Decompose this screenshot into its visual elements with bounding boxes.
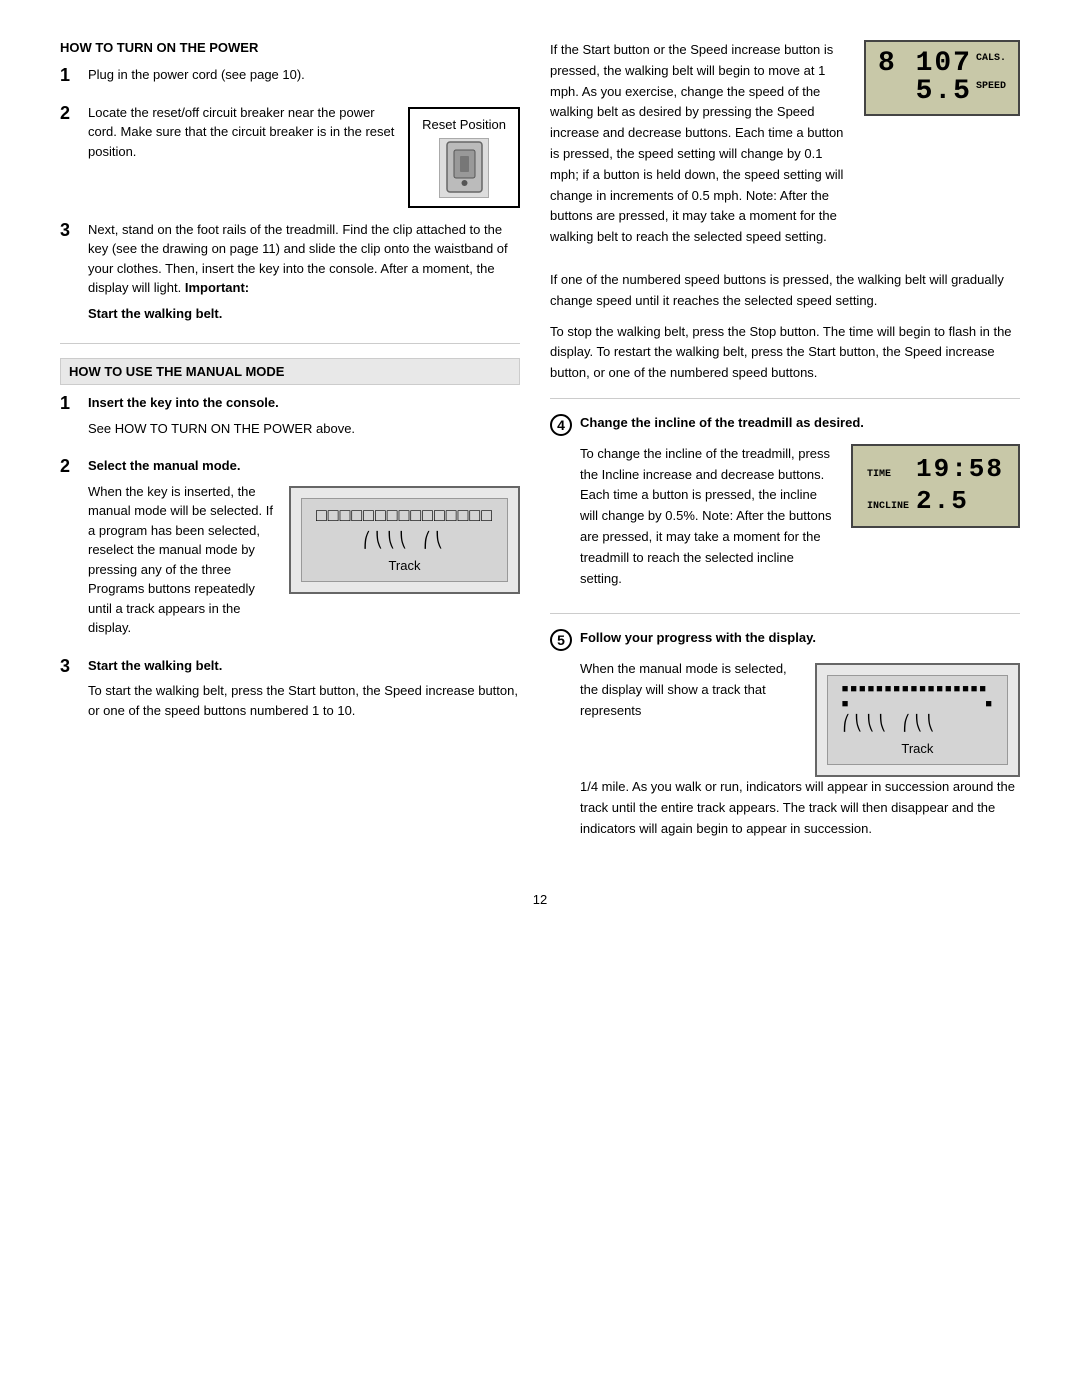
step3-content: Next, stand on the foot rails of the tre… bbox=[88, 220, 520, 330]
step2-number: 2 bbox=[60, 103, 82, 125]
track-row1-right: ■■■■■■■■■■■■■■■■■ bbox=[842, 684, 993, 696]
manual-step2-bold: Select the manual mode. bbox=[88, 458, 240, 473]
left-step1: 1 Plug in the power cord (see page 10). bbox=[60, 65, 520, 91]
right-step4-circle: 4 bbox=[550, 414, 572, 436]
manual-step2: 2 Select the manual mode. When the key i… bbox=[60, 456, 520, 644]
step5-text-a: When the manual mode is selected, the di… bbox=[580, 659, 801, 721]
incline-lcd: TIME 19:58 INCLINE 2.5 bbox=[851, 444, 1020, 528]
manual-step2-with-image: When the key is inserted, the manual mod… bbox=[88, 482, 520, 644]
right-step5-circle: 5 bbox=[550, 629, 572, 651]
track-inner-right-rows: ■■■■■■■■■■■■■■■■■ ■ ■ ⎛⎝⎝⎝ ⎛⎝⎝ bbox=[842, 684, 993, 733]
right-paras-top: If the Start button or the Speed increas… bbox=[550, 40, 844, 258]
right-top-area: If the Start button or the Speed increas… bbox=[550, 40, 1020, 258]
lcd-row2: 5.5 SPEED bbox=[878, 78, 1006, 106]
right-divider1 bbox=[550, 398, 1020, 399]
right-step5: 5 Follow your progress with the display.… bbox=[550, 628, 1020, 849]
reset-position-box: Reset Position bbox=[408, 107, 520, 208]
track-row2-right: ■ ■ bbox=[842, 699, 993, 711]
track-label-left: Track bbox=[388, 558, 420, 573]
manual-step2-number: 2 bbox=[60, 456, 82, 478]
manual-step1-sub: See HOW TO TURN ON THE POWER above. bbox=[88, 419, 520, 439]
manual-step1-number: 1 bbox=[60, 393, 82, 415]
right-step4-bold: Change the incline of the treadmill as d… bbox=[580, 415, 864, 430]
manual-step3-number: 3 bbox=[60, 656, 82, 678]
incline-row-time: TIME 19:58 bbox=[867, 454, 1004, 484]
track-dots-row2-left: ⎛⎝⎝⎝ ⎛⎝ bbox=[362, 531, 446, 550]
track-row3-right: ⎛⎝⎝⎝ ⎛⎝⎝ bbox=[842, 714, 993, 733]
reset-pos-label: Reset Position bbox=[422, 117, 506, 132]
incline-value: 2.5 bbox=[916, 486, 969, 516]
section-divider bbox=[60, 343, 520, 344]
right-para2: If one of the numbered speed buttons is … bbox=[550, 270, 1020, 312]
right-column: If the Start button or the Speed increas… bbox=[550, 40, 1020, 862]
track-inner-right: ■■■■■■■■■■■■■■■■■ ■ ■ ⎛⎝⎝⎝ ⎛⎝⎝ bbox=[827, 675, 1008, 765]
right-para1: If the Start button or the Speed increas… bbox=[550, 40, 844, 248]
track-display-left: □□□□□□□□□□□□□□□ ⎛⎝⎝⎝ ⎛⎝ Track bbox=[289, 482, 520, 594]
manual-step3-bold: Start the walking belt. bbox=[88, 658, 222, 673]
track-outer-right: ■■■■■■■■■■■■■■■■■ ■ ■ ⎛⎝⎝⎝ ⎛⎝⎝ bbox=[815, 663, 1020, 777]
page-number: 12 bbox=[60, 892, 1020, 907]
left-step3: 3 Next, stand on the foot rails of the t… bbox=[60, 220, 520, 330]
right-step5-bold: Follow your progress with the display. bbox=[580, 630, 816, 645]
right-para3: To stop the walking belt, press the Stop… bbox=[550, 322, 1020, 384]
lcd-bottom-num: 5.5 bbox=[916, 78, 972, 106]
manual-step3-content: Start the walking belt. To start the wal… bbox=[88, 656, 520, 727]
manual-step1-bold: Insert the key into the console. bbox=[88, 395, 279, 410]
section2-title: HOW TO USE THE MANUAL MODE bbox=[69, 364, 284, 379]
right-step5-content: Follow your progress with the display. W… bbox=[580, 628, 1020, 849]
step4-text-area: To change the incline of the treadmill, … bbox=[580, 444, 837, 600]
step2-para: Locate the reset/off circuit breaker nea… bbox=[88, 103, 398, 162]
right-divider2 bbox=[550, 613, 1020, 614]
section1-title: HOW TO TURN ON THE POWER bbox=[60, 40, 520, 55]
step2-text: Locate the reset/off circuit breaker nea… bbox=[88, 103, 398, 168]
step3-bold-para: Start the walking belt. bbox=[88, 304, 520, 324]
step4-with-display: To change the incline of the treadmill, … bbox=[580, 444, 1020, 600]
time-value: 19:58 bbox=[916, 454, 1004, 484]
track-outer-left: □□□□□□□□□□□□□□□ ⎛⎝⎝⎝ ⎛⎝ Track bbox=[289, 486, 520, 594]
track-label-right: Track bbox=[901, 741, 933, 756]
manual-step2-content: Select the manual mode. When the key is … bbox=[88, 456, 520, 644]
left-step2: 2 Locate the reset/off circuit breaker n… bbox=[60, 103, 520, 208]
lcd-speed-label: SPEED bbox=[976, 82, 1006, 92]
step1-number: 1 bbox=[60, 65, 82, 87]
incline-row-incline: INCLINE 2.5 bbox=[867, 486, 1004, 516]
step5-text-area: When the manual mode is selected, the di… bbox=[580, 659, 801, 731]
lcd-box: 8 107 CALS. 5.5 SPEED bbox=[864, 40, 1020, 116]
step1-content: Plug in the power cord (see page 10). bbox=[88, 65, 520, 91]
step3-number: 3 bbox=[60, 220, 82, 242]
section2-box: HOW TO USE THE MANUAL MODE bbox=[60, 358, 520, 385]
manual-step1: 1 Insert the key into the console. See H… bbox=[60, 393, 520, 444]
step5-with-display: When the manual mode is selected, the di… bbox=[580, 659, 1020, 777]
manual-step3: 3 Start the walking belt. To start the w… bbox=[60, 656, 520, 727]
reset-pos-image bbox=[439, 138, 489, 198]
step1-text: Plug in the power cord (see page 10). bbox=[88, 65, 520, 85]
track-inner-left: □□□□□□□□□□□□□□□ ⎛⎝⎝⎝ ⎛⎝ Track bbox=[301, 498, 508, 582]
time-label: TIME bbox=[867, 469, 912, 480]
manual-step2-text: When the key is inserted, the manual mod… bbox=[88, 482, 279, 644]
track-dots-left: □□□□□□□□□□□□□□□ bbox=[316, 507, 493, 527]
step4-text: To change the incline of the treadmill, … bbox=[580, 444, 837, 590]
right-step4-content: Change the incline of the treadmill as d… bbox=[580, 413, 1020, 599]
step3-para1: Next, stand on the foot rails of the tre… bbox=[88, 220, 520, 298]
track-display-right: ■■■■■■■■■■■■■■■■■ ■ ■ ⎛⎝⎝⎝ ⎛⎝⎝ bbox=[815, 659, 1020, 777]
step2-content: Locate the reset/off circuit breaker nea… bbox=[88, 103, 520, 208]
circuit-breaker-icon bbox=[442, 140, 487, 195]
left-column: HOW TO TURN ON THE POWER 1 Plug in the p… bbox=[60, 40, 520, 862]
manual-step3-para: To start the walking belt, press the Sta… bbox=[88, 681, 520, 720]
lcd-top-num: 8 107 bbox=[878, 50, 972, 78]
incline-label: INCLINE bbox=[867, 501, 912, 512]
manual-step1-content: Insert the key into the console. See HOW… bbox=[88, 393, 520, 444]
right-step4: 4 Change the incline of the treadmill as… bbox=[550, 413, 1020, 599]
lcd-display-top: 8 107 CALS. 5.5 SPEED bbox=[864, 40, 1020, 116]
lcd-row1: 8 107 CALS. bbox=[878, 50, 1006, 78]
step5-text-b: 1/4 mile. As you walk or run, indicators… bbox=[580, 777, 1020, 839]
manual-step2-para: When the key is inserted, the manual mod… bbox=[88, 482, 279, 638]
step2-with-image: Locate the reset/off circuit breaker nea… bbox=[88, 103, 520, 208]
lcd-cals-label: CALS. bbox=[976, 54, 1006, 64]
incline-display-box: TIME 19:58 INCLINE 2.5 bbox=[851, 444, 1020, 528]
